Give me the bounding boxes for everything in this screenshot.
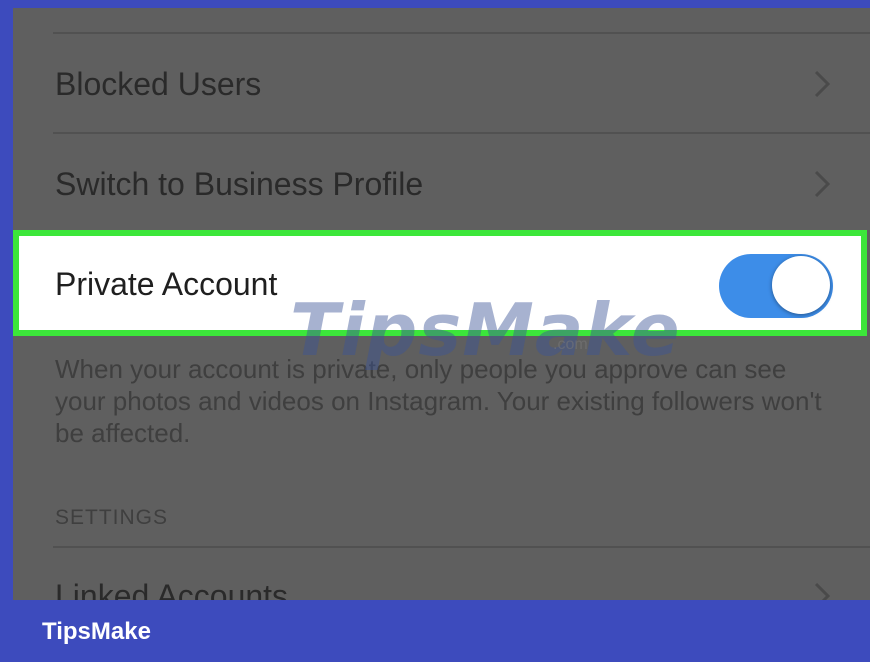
private-account-label: Private Account (55, 266, 278, 302)
watermark-logo: TipsMake (290, 288, 681, 372)
divider (53, 132, 870, 134)
blocked-users-label: Blocked Users (55, 66, 262, 102)
image-frame: Blocked Users Switch to Business Profile… (0, 0, 870, 662)
chevron-right-icon (814, 582, 831, 600)
chevron-right-icon (814, 70, 831, 98)
divider (53, 546, 870, 548)
footer-bar: TipsMake (0, 600, 870, 662)
section-header-settings: SETTINGS (55, 506, 169, 529)
footer-brand: TipsMake (42, 618, 151, 645)
linked-accounts-label: Linked Accounts (55, 578, 289, 600)
toggle-knob (772, 256, 830, 314)
chevron-right-icon (814, 170, 831, 198)
private-account-toggle[interactable] (719, 254, 833, 318)
switch-business-profile-label: Switch to Business Profile (55, 166, 424, 202)
divider (53, 32, 870, 34)
watermark-suffix: .com (553, 336, 588, 353)
